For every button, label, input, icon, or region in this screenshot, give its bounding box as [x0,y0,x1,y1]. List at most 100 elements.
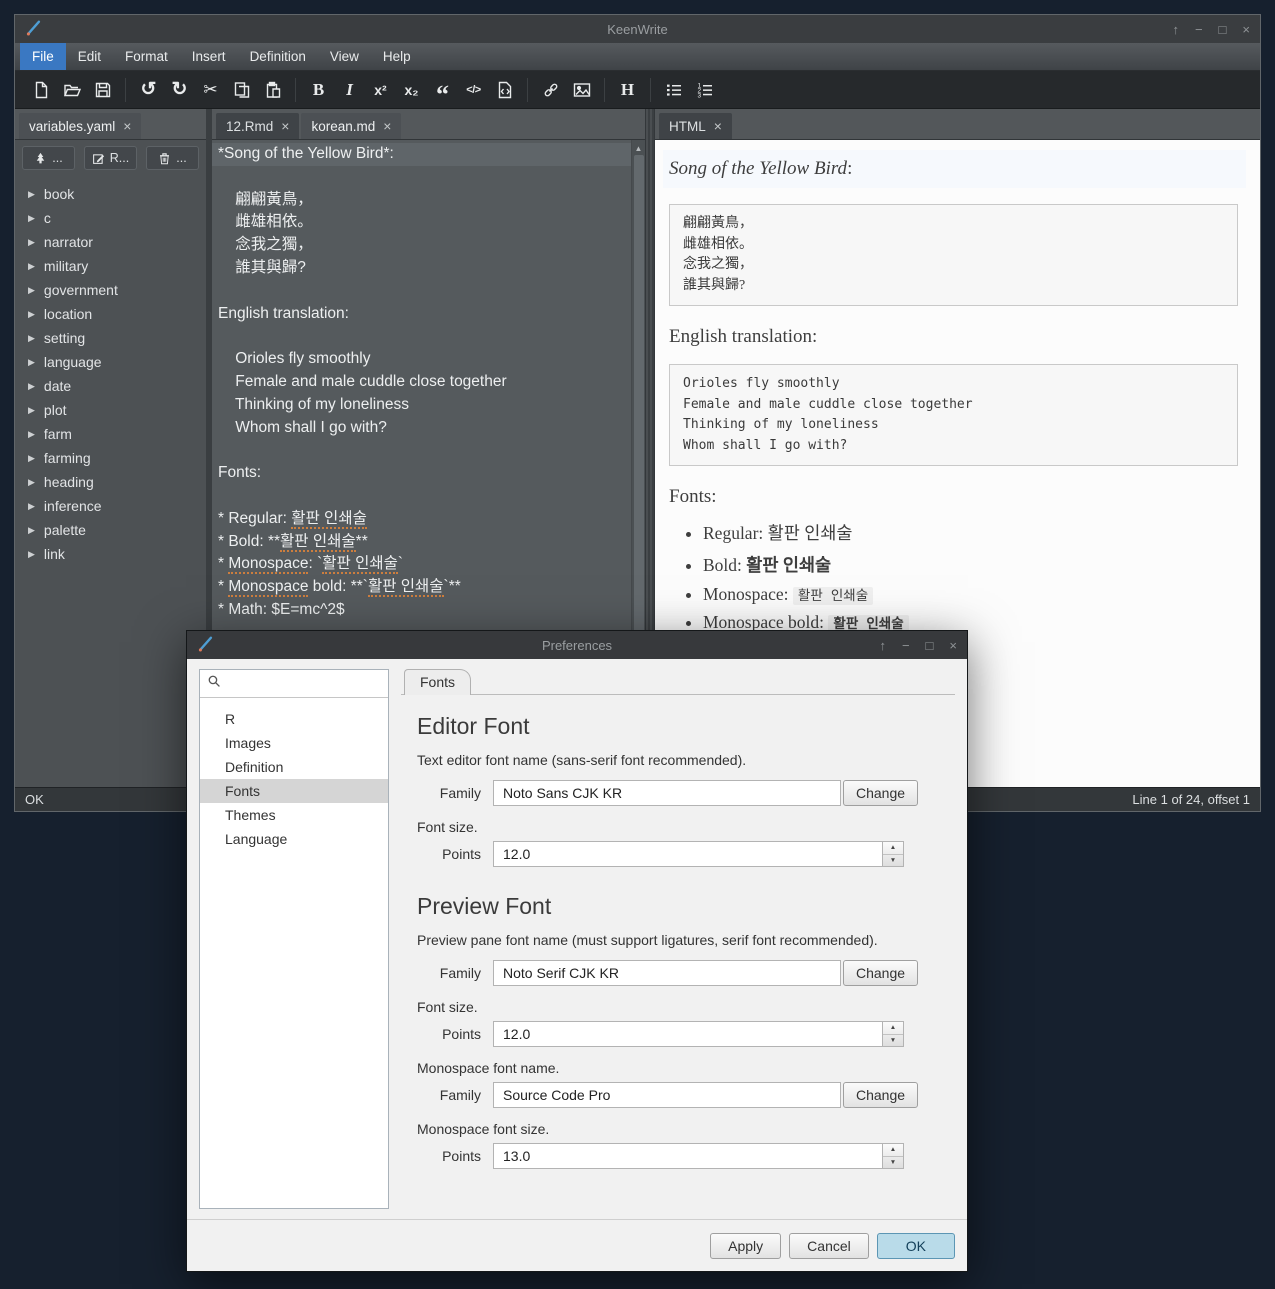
bold-button[interactable]: B [303,76,334,104]
menu-format[interactable]: Format [113,43,180,70]
expand-arrow-icon[interactable]: ▶ [28,549,35,560]
tab-fonts[interactable]: Fonts [404,669,471,695]
change-button[interactable]: Change [843,780,918,806]
expand-arrow-icon[interactable]: ▶ [28,381,35,392]
font-size-input[interactable] [493,1143,883,1169]
tree-item-location[interactable]: ▶location [15,302,206,326]
expand-arrow-icon[interactable]: ▶ [28,477,35,488]
edit-button[interactable]: R... [84,146,137,170]
search-input[interactable] [227,676,381,692]
expand-arrow-icon[interactable]: ▶ [28,453,35,464]
tree-button[interactable]: ... [22,146,75,170]
spin-down-button[interactable]: ▼ [883,1035,903,1047]
tree-item-government[interactable]: ▶government [15,278,206,302]
spin-down-button[interactable]: ▼ [883,1157,903,1169]
menu-file[interactable]: File [20,43,66,70]
tree-item-plot[interactable]: ▶plot [15,398,206,422]
nav-item-definition[interactable]: Definition [200,755,388,779]
menu-edit[interactable]: Edit [66,43,113,70]
tree-item-language[interactable]: ▶language [15,350,206,374]
tree-item-palette[interactable]: ▶palette [15,518,206,542]
tree-item-setting[interactable]: ▶setting [15,326,206,350]
tree-item-book[interactable]: ▶book [15,182,206,206]
font-family-input[interactable] [493,1082,841,1108]
tree-item-farming[interactable]: ▶farming [15,446,206,470]
font-family-input[interactable] [493,960,841,986]
spin-down-button[interactable]: ▼ [883,855,903,867]
close-icon[interactable]: × [714,118,722,134]
font-size-input[interactable] [493,841,883,867]
spin-up-button[interactable]: ▲ [883,842,903,855]
apply-button[interactable]: Apply [710,1233,781,1259]
minimize-button[interactable]: − [1195,23,1203,36]
menu-help[interactable]: Help [371,43,423,70]
numbered-list-button[interactable]: 123 [689,76,720,104]
scroll-up-icon[interactable]: ▲ [635,140,643,155]
menu-insert[interactable]: Insert [180,43,238,70]
code-block-button[interactable] [489,76,520,104]
subscript-button[interactable]: x₂ [396,76,427,104]
expand-arrow-icon[interactable]: ▶ [28,501,35,512]
maximize-button[interactable]: □ [926,639,934,652]
trash-button[interactable]: ... [146,146,199,170]
tree-item-military[interactable]: ▶military [15,254,206,278]
close-button[interactable]: × [1242,23,1250,36]
expand-arrow-icon[interactable]: ▶ [28,213,35,224]
nav-item-language[interactable]: Language [200,827,388,851]
inline-code-button[interactable]: </> [458,76,489,104]
expand-arrow-icon[interactable]: ▶ [28,237,35,248]
maximize-button[interactable]: □ [1219,23,1227,36]
dialog-titlebar[interactable]: Preferences ↑−□× [187,631,967,659]
italic-button[interactable]: I [334,76,365,104]
paste-button[interactable] [257,76,288,104]
change-button[interactable]: Change [843,960,918,986]
tree-item-heading[interactable]: ▶heading [15,470,206,494]
expand-arrow-icon[interactable]: ▶ [28,189,35,200]
spin-up-button[interactable]: ▲ [883,1144,903,1157]
restore-button[interactable]: ↑ [1172,23,1179,36]
superscript-button[interactable]: x² [365,76,396,104]
open-button[interactable] [56,76,87,104]
menu-view[interactable]: View [318,43,371,70]
close-icon[interactable]: × [123,118,131,134]
expand-arrow-icon[interactable]: ▶ [28,429,35,440]
nav-item-images[interactable]: Images [200,731,388,755]
tree-item-inference[interactable]: ▶inference [15,494,206,518]
blockquote-button[interactable]: “ [427,76,458,104]
expand-arrow-icon[interactable]: ▶ [28,405,35,416]
save-button[interactable] [87,76,118,104]
expand-arrow-icon[interactable]: ▶ [28,261,35,272]
main-titlebar[interactable]: KeenWrite ↑−□× [15,15,1260,43]
tree-item-link[interactable]: ▶link [15,542,206,566]
tab-korean-md[interactable]: korean.md× [301,113,401,139]
expand-arrow-icon[interactable]: ▶ [28,357,35,368]
nav-item-themes[interactable]: Themes [200,803,388,827]
tab-html[interactable]: HTML× [659,113,732,139]
close-icon[interactable]: × [383,118,391,134]
cancel-button[interactable]: Cancel [789,1233,869,1259]
expand-arrow-icon[interactable]: ▶ [28,309,35,320]
bullet-list-button[interactable] [658,76,689,104]
heading-button[interactable]: H [612,76,643,104]
scrollbar-thumb[interactable] [634,155,644,647]
image-button[interactable] [566,76,597,104]
font-size-input[interactable] [493,1021,883,1047]
new-file-button[interactable] [25,76,56,104]
close-button[interactable]: × [949,639,957,652]
tree-item-c[interactable]: ▶c [15,206,206,230]
tab-12-rmd[interactable]: 12.Rmd× [216,113,299,139]
undo-button[interactable]: ↺ [133,76,164,104]
close-icon[interactable]: × [281,118,289,134]
change-button[interactable]: Change [843,1082,918,1108]
expand-arrow-icon[interactable]: ▶ [28,285,35,296]
copy-button[interactable] [226,76,257,104]
ok-button[interactable]: OK [877,1233,955,1259]
tree-item-narrator[interactable]: ▶narrator [15,230,206,254]
menu-definition[interactable]: Definition [238,43,318,70]
tree-item-farm[interactable]: ▶farm [15,422,206,446]
spin-up-button[interactable]: ▲ [883,1022,903,1035]
expand-arrow-icon[interactable]: ▶ [28,525,35,536]
cut-button[interactable]: ✂ [195,76,226,104]
minimize-button[interactable]: − [902,639,910,652]
link-button[interactable] [535,76,566,104]
